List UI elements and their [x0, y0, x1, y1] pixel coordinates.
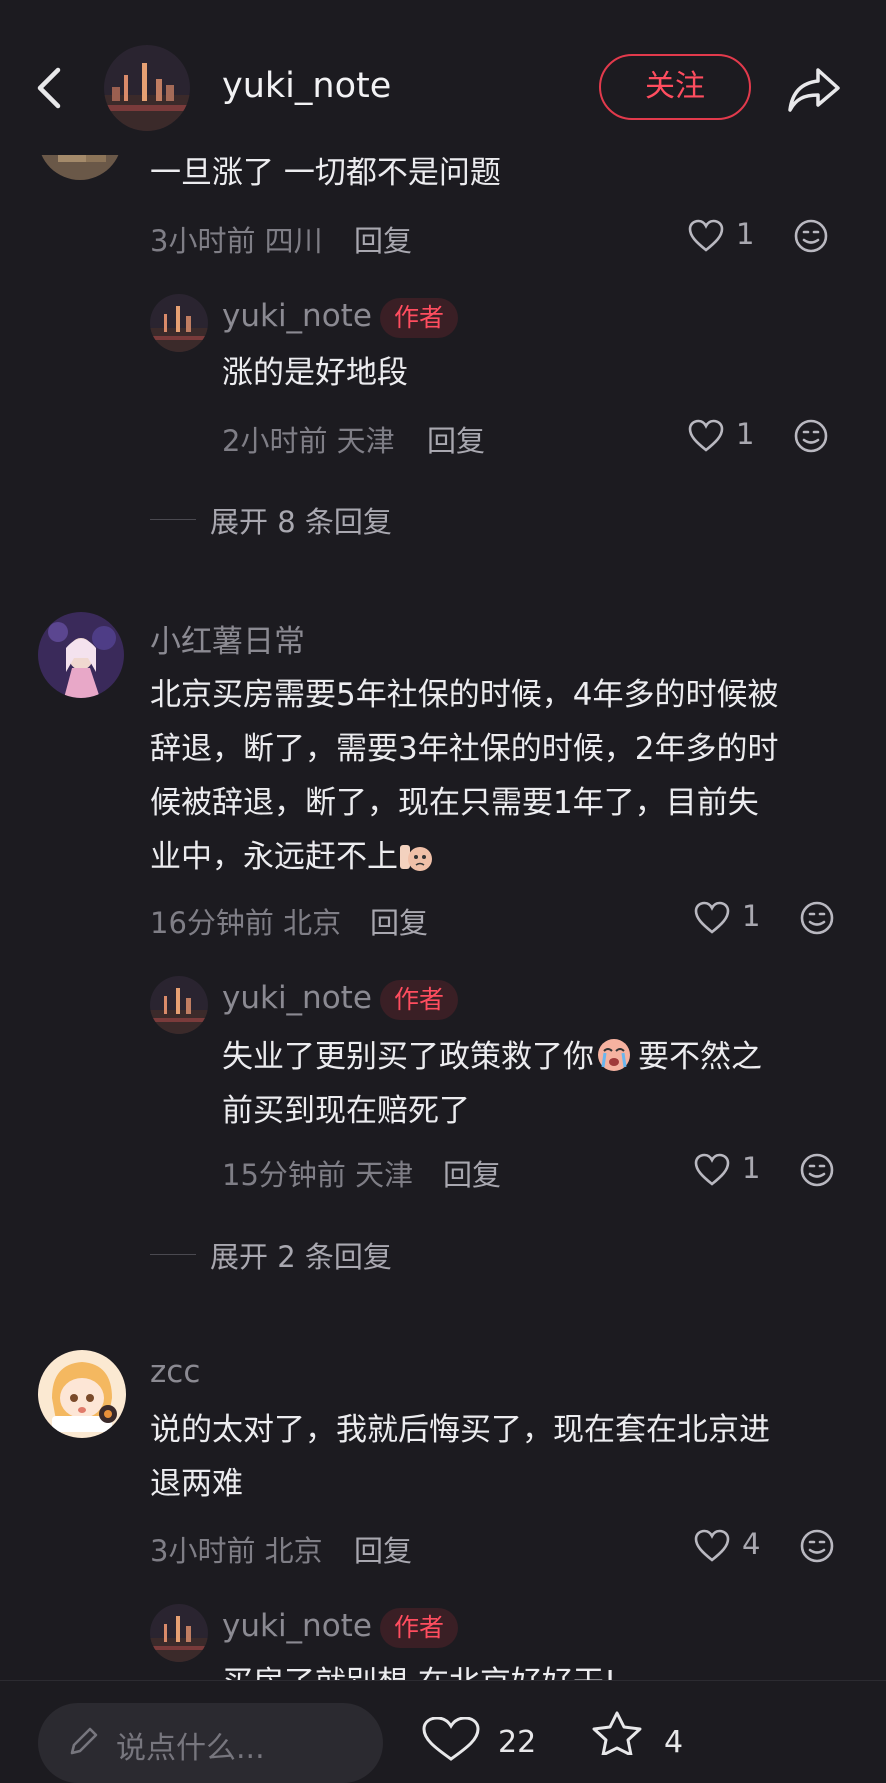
like-button[interactable]: 4 [694, 1527, 774, 1567]
like-button[interactable]: 1 [688, 217, 768, 257]
author-avatar[interactable] [104, 45, 190, 131]
reply-text-line: 前买到现在赔死了 [222, 1093, 470, 1129]
divider [150, 519, 196, 520]
reply-text: 涨的是好地段 [222, 355, 408, 391]
pencil-icon [70, 1727, 98, 1755]
star-icon [592, 1711, 642, 1755]
heart-icon [688, 219, 724, 252]
comment-meta: 16分钟前 北京 [150, 906, 342, 940]
smiley-icon [800, 1153, 834, 1187]
input-placeholder: 说点什么... [116, 1731, 265, 1766]
like-count: 1 [742, 1151, 761, 1185]
heart-icon [694, 1153, 730, 1186]
bottom-action-bar: 说点什么... 22 4 [0, 1680, 886, 1783]
author-badge: 作者 [380, 980, 459, 1020]
share-icon [788, 68, 840, 112]
anime-girl-avatar-image [38, 1350, 126, 1438]
comment-input[interactable]: 说点什么... [38, 1703, 383, 1783]
smiley-icon [794, 219, 828, 253]
author-badge: 作者 [380, 298, 459, 338]
comment-text-segment: 业中，永远赶不上 [150, 839, 398, 875]
like-count: 1 [736, 217, 755, 251]
facepalm-emoji-icon [398, 836, 434, 872]
like-count: 4 [742, 1527, 761, 1561]
commenter-name[interactable]: 小红薯日常 [150, 616, 305, 661]
heart-icon [422, 1717, 480, 1761]
emoji-react-button[interactable] [800, 1529, 834, 1563]
reply-author-name[interactable]: yuki_note [222, 1608, 372, 1644]
post-collect-button[interactable]: 4 [586, 1711, 696, 1760]
like-count: 1 [742, 899, 761, 933]
like-button[interactable]: 1 [694, 1151, 774, 1191]
author-name[interactable]: yuki_note [222, 66, 391, 106]
expand-replies-button[interactable]: 展开 2 条回复 [150, 1234, 450, 1274]
expand-replies-label: 展开 8 条回复 [210, 505, 392, 539]
comment-meta: 3小时前 北京 [150, 1534, 323, 1568]
comment-text-line: 退两难 [150, 1466, 243, 1502]
reply-button[interactable]: 回复 [370, 900, 428, 942]
like-button[interactable]: 1 [694, 899, 774, 939]
commenter-avatar[interactable] [38, 1350, 126, 1438]
back-button[interactable] [28, 58, 72, 118]
top-bar: yuki_note 关注 [0, 0, 886, 155]
back-arrow-icon [37, 67, 61, 109]
reply-author-name[interactable]: yuki_note [222, 980, 372, 1016]
reply-button[interactable]: 回复 [427, 418, 485, 460]
follow-button[interactable]: 关注 [599, 54, 751, 120]
like-button[interactable]: 1 [688, 417, 768, 457]
like-count: 1 [736, 417, 755, 451]
smiley-icon [800, 901, 834, 935]
emoji-react-button[interactable] [800, 901, 834, 935]
author-badge: 作者 [380, 1608, 459, 1648]
comment-text-line: 说的太对了，我就后悔买了，现在套在北京进 [150, 1412, 770, 1448]
reply-button[interactable]: 回复 [354, 1528, 412, 1570]
commenter-avatar[interactable] [38, 612, 124, 698]
comment-meta: 3小时前 四川 [150, 224, 323, 258]
comment-text-line: 候被辞退，断了，现在只需要1年了，目前失 [150, 785, 759, 821]
emoji-react-button[interactable] [794, 219, 828, 253]
divider [150, 1254, 196, 1255]
reply-author-name[interactable]: yuki_note [222, 298, 372, 334]
emoji-react-button[interactable] [794, 419, 828, 453]
post-like-button[interactable]: 22 [420, 1717, 540, 1761]
reply-avatar[interactable] [150, 294, 208, 352]
reply-meta: 2小时前 天津 [222, 424, 395, 458]
heart-icon [688, 419, 724, 452]
city-night-avatar-image [150, 976, 208, 1034]
reply-meta: 15分钟前 天津 [222, 1158, 414, 1192]
reply-button[interactable]: 回复 [443, 1152, 501, 1194]
commenter-name[interactable]: zcc [150, 1354, 200, 1390]
reply-avatar[interactable] [150, 1604, 208, 1662]
expand-replies-label: 展开 2 条回复 [210, 1240, 392, 1274]
heart-icon [694, 1529, 730, 1562]
anime-character-avatar-image [38, 612, 124, 698]
expand-replies-button[interactable]: 展开 8 条回复 [150, 499, 450, 539]
comment-text-line: 北京买房需要5年社保的时候，4年多的时候被 [150, 677, 779, 713]
reply-text-segment: 要不然之 [638, 1039, 762, 1075]
smiley-icon [800, 1529, 834, 1563]
emoji-react-button[interactable] [800, 1153, 834, 1187]
comment-text-line-last: 业中，永远赶不上 [150, 830, 434, 884]
reply-button[interactable]: 回复 [354, 218, 412, 260]
comment-text-line: 辞退，断了，需要3年社保的时候，2年多的时 [150, 731, 779, 767]
reply-text-line: 失业了更别买了政策救了你 要不然之 [222, 1030, 762, 1084]
city-night-avatar-image [104, 45, 190, 131]
heart-icon [694, 901, 730, 934]
city-night-avatar-image [150, 294, 208, 352]
smiley-icon [794, 419, 828, 453]
share-button[interactable] [784, 58, 844, 118]
reply-avatar[interactable] [150, 976, 208, 1034]
reply-text-segment: 失业了更别买了政策救了你 [222, 1039, 594, 1075]
crying-emoji-icon [596, 1036, 632, 1072]
city-night-avatar-image [150, 1604, 208, 1662]
